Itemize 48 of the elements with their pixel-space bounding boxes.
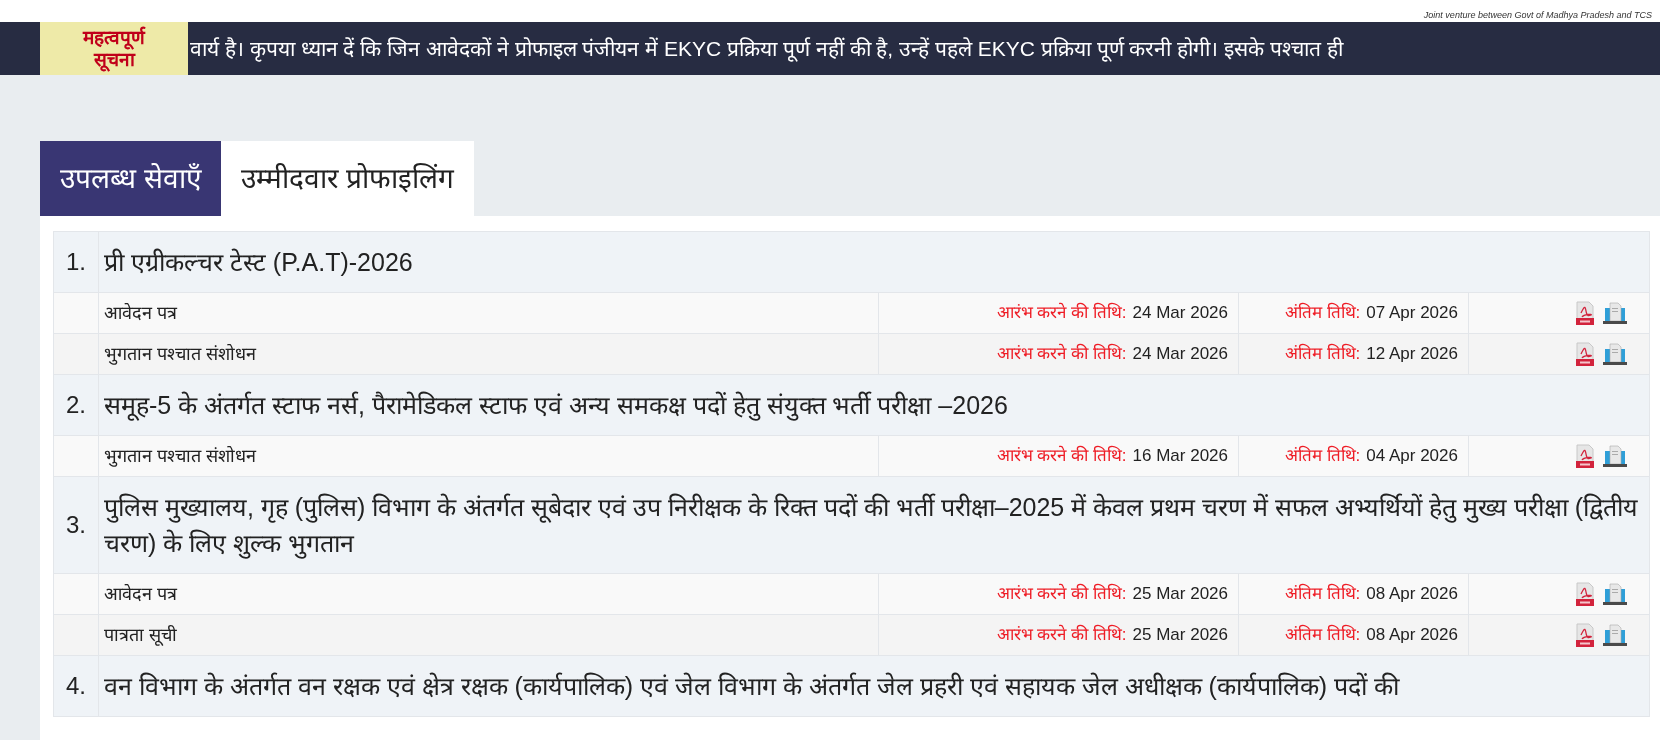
tab[interactable]: उम्मीदवार प्रोफाइलिंग — [220, 141, 474, 216]
start-date: 16 Mar 2026 — [1132, 445, 1228, 468]
start-date: 24 Mar 2026 — [1132, 302, 1228, 325]
service-title: समूह-5 के अंतर्गत स्टाफ नर्स, पैरामेडिकल स्टाफ एवं अन्य समकक्ष पदों हेतु संयुक्त भर्ती परीक्षा –2026 — [104, 391, 1008, 419]
form-link[interactable]: भुगतान पश्चात संशोधन — [104, 340, 256, 368]
end-date-label: अंतिम तिथि: — [1284, 582, 1361, 606]
tab[interactable]: उपलब्ध सेवाएँ — [40, 141, 221, 216]
end-date-label: अंतिम तिथि: — [1284, 623, 1361, 647]
start-date-label: आरंभ करने की तिथि: — [996, 444, 1127, 468]
start-date-label: आरंभ करने की तिथि: — [996, 623, 1127, 647]
start-date: 24 Mar 2026 — [1132, 343, 1228, 366]
start-date-label: आरंभ करने की तिथि: — [996, 301, 1127, 325]
laptop-document-icon[interactable] — [1603, 582, 1627, 606]
pdf-icon[interactable] — [1575, 444, 1595, 468]
pdf-icon[interactable] — [1575, 301, 1595, 325]
end-date-label: अंतिम तिथि: — [1284, 444, 1361, 468]
end-date: 04 Apr 2026 — [1366, 445, 1458, 468]
service-number: 3. — [66, 510, 86, 540]
notice-label: महत्वपूर्ण सूचना — [40, 22, 188, 75]
start-date-label: आरंभ करने की तिथि: — [996, 582, 1127, 606]
end-date: 12 Apr 2026 — [1366, 343, 1458, 366]
start-date: 25 Mar 2026 — [1132, 583, 1228, 606]
start-date-label: आरंभ करने की तिथि: — [996, 342, 1127, 366]
notice-ticker-text: वार्य है। कृपया ध्यान दें कि जिन आवेदकों ने प्रोफाइल पंजीयन में EKYC प्रक्रिया पूर्ण नहीं की है, उन्हें पहले EKYC प्रक्रिया पूर्ण करनी होगी। इसके पश्चात ही — [189, 35, 1343, 64]
header-tagline: Joint venture between Govt of Madhya Pradesh and TCS — [1423, 8, 1652, 22]
pdf-icon[interactable] — [1575, 623, 1595, 647]
start-date: 25 Mar 2026 — [1132, 624, 1228, 647]
service-number: 4. — [66, 671, 86, 701]
end-date-label: अंतिम तिथि: — [1284, 301, 1361, 325]
end-date-label: अंतिम तिथि: — [1284, 342, 1361, 366]
end-date: 07 Apr 2026 — [1366, 302, 1458, 325]
service-title: पुलिस मुख्यालय, गृह (पुलिस) विभाग के अंतर्गत सूबेदार एवं उप निरीक्षक के रिक्त पदों की भर्ती परीक्षा–2025 में केवल प्रथम चरण में सफल अभ्यर्थियों हेतु मुख्य परीक्षा (द्वितीय चरण) के लिए शुल्क भुगतान — [104, 493, 1638, 557]
service-number: 2. — [66, 390, 86, 420]
laptop-document-icon[interactable] — [1603, 444, 1627, 468]
pdf-icon[interactable] — [1575, 582, 1595, 606]
form-link[interactable]: आवेदन पत्र — [104, 580, 177, 608]
form-link[interactable]: भुगतान पश्चात संशोधन — [104, 442, 256, 470]
end-date: 08 Apr 2026 — [1366, 583, 1458, 606]
service-title: प्री एग्रीकल्चर टेस्ट (P.A.T)-2026 — [104, 248, 413, 276]
form-link[interactable]: पात्रता सूची — [104, 621, 177, 649]
service-title: वन विभाग के अंतर्गत वन रक्षक एवं क्षेत्र रक्षक (कार्यपालिक) एवं जेल विभाग के अंतर्गत जेल प्रहरी एवं सहायक जेल अधीक्षक (कार्यपालिक) पदों की — [104, 672, 1400, 700]
end-date: 08 Apr 2026 — [1366, 624, 1458, 647]
service-number: 1. — [66, 247, 86, 277]
laptop-document-icon[interactable] — [1603, 301, 1627, 325]
laptop-document-icon[interactable] — [1603, 623, 1627, 647]
form-link[interactable]: आवेदन पत्र — [104, 299, 177, 327]
pdf-icon[interactable] — [1575, 342, 1595, 366]
laptop-document-icon[interactable] — [1603, 342, 1627, 366]
